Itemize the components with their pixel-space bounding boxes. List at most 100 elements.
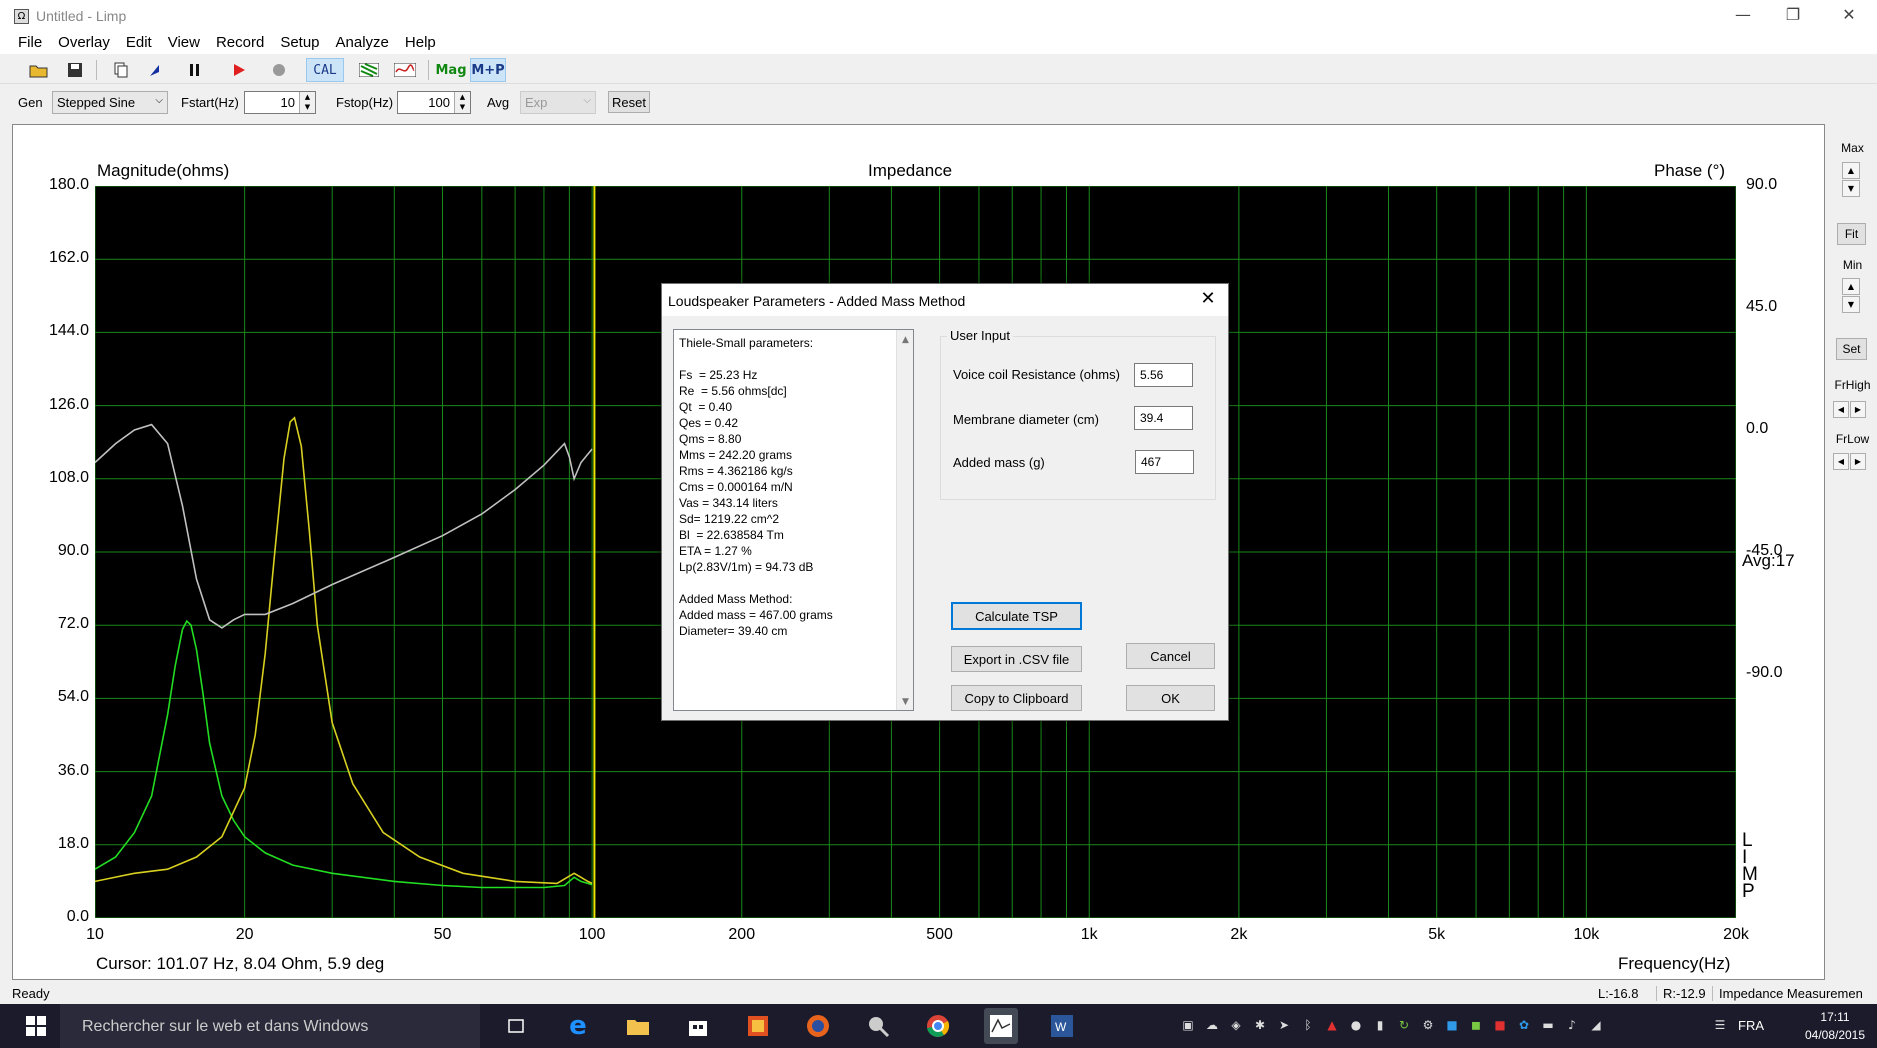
mag-button[interactable]: Mag (434, 58, 468, 82)
close-icon[interactable]: ✕ (1194, 286, 1222, 314)
copy-document-icon[interactable] (108, 58, 134, 82)
calculate-tsp-button[interactable]: Calculate TSP (951, 602, 1082, 630)
menu-view[interactable]: View (160, 32, 208, 53)
ok-button[interactable]: OK (1126, 685, 1215, 711)
ts-line: Fs = 25.23 Hz (679, 368, 758, 382)
spinner-arrows-icon[interactable]: ▲ ▼ (299, 92, 315, 113)
save-disk-icon[interactable] (62, 58, 88, 82)
menu-record[interactable]: Record (208, 32, 272, 53)
fit-button[interactable]: Fit (1837, 223, 1866, 245)
mag-phase-button[interactable]: M+P (470, 58, 506, 82)
fstop-spinner[interactable]: 100 ▲ ▼ (397, 91, 471, 114)
task-view-icon[interactable] (502, 1012, 530, 1040)
limp-app-icon[interactable] (984, 1008, 1018, 1044)
min-down-icon[interactable]: ▼ (1842, 296, 1860, 313)
added-mass-input[interactable]: 467 (1135, 450, 1194, 474)
open-folder-icon[interactable] (26, 58, 52, 82)
clock-time: 17:11 (1820, 1010, 1850, 1024)
paint-app-icon[interactable] (744, 1012, 772, 1040)
tray-clock[interactable]: 17:11 04/08/2015 (1800, 1008, 1870, 1044)
tray-sync-icon[interactable]: ↻ (1396, 1018, 1412, 1034)
menu-edit[interactable]: Edit (118, 32, 160, 53)
watermark-letter: P (1742, 881, 1755, 902)
tray-cloud-icon[interactable]: ☁ (1204, 1018, 1220, 1034)
tray-wifi-icon[interactable]: ◢ (1588, 1018, 1604, 1034)
menu-file[interactable]: File (0, 32, 50, 53)
plot-title: Impedance (868, 161, 953, 180)
max-down-icon[interactable]: ▼ (1842, 180, 1860, 197)
tray-nvidia-icon[interactable]: ◼ (1468, 1018, 1484, 1034)
menu-analyze[interactable]: Analyze (328, 32, 397, 53)
tray-usb-icon[interactable]: ▮ (1372, 1018, 1388, 1034)
pause-icon[interactable] (182, 58, 208, 82)
tray-language[interactable]: FRA (1738, 1018, 1764, 1033)
tray-dropbox-icon[interactable]: ◈ (1228, 1018, 1244, 1034)
y-tick-label: 36.0 (57, 761, 89, 779)
scroll-down-icon[interactable]: ▼ (897, 694, 913, 710)
frlow-left-icon[interactable]: ◀ (1833, 453, 1849, 470)
copy-clipboard-button[interactable]: Copy to Clipboard (951, 685, 1082, 711)
scroll-up-icon[interactable]: ▲ (897, 332, 913, 348)
min-up-icon[interactable]: ▲ (1842, 278, 1860, 295)
y-tick-label: 126.0 (48, 395, 89, 413)
y-tick-label: 90.0 (57, 542, 89, 559)
tray-monitor-icon[interactable]: ▣ (1180, 1018, 1196, 1034)
tray-acrobat-icon[interactable]: ▲ (1324, 1018, 1340, 1034)
set-button[interactable]: Set (1836, 338, 1867, 360)
close-button[interactable]: ✕ (1826, 0, 1872, 32)
windows-start-icon[interactable] (22, 1012, 50, 1040)
fstart-spinner[interactable]: 10 ▲ ▼ (244, 91, 316, 114)
tray-volume-icon[interactable]: ♪ (1564, 1018, 1580, 1034)
cancel-button[interactable]: Cancel (1126, 643, 1215, 669)
voice-coil-input[interactable]: 5.56 (1134, 363, 1193, 387)
word-icon[interactable]: W (1048, 1012, 1076, 1040)
minimize-button[interactable]: — (1720, 0, 1766, 32)
ts-line: Sd= 1219.22 cm^2 (679, 512, 780, 526)
tray-keyboard-icon[interactable]: ▬ (1540, 1018, 1556, 1034)
tray-app-icon[interactable]: ■ (1444, 1018, 1460, 1034)
taskbar-search[interactable]: Rechercher sur le web et dans Windows (60, 1004, 480, 1048)
avg-select[interactable]: Exp ⌵ (520, 91, 596, 114)
tray-storage-icon[interactable]: ● (1348, 1018, 1364, 1034)
tray-sfr-icon[interactable]: ■ (1492, 1018, 1508, 1034)
frhigh-left-icon[interactable]: ◀ (1833, 401, 1849, 418)
ts-scrollbar[interactable]: ▲ ▼ (896, 330, 913, 710)
tray-notification-icon[interactable]: ☰ (1712, 1018, 1728, 1034)
menu-setup[interactable]: Setup (272, 32, 327, 53)
tool-app-icon[interactable] (864, 1012, 892, 1040)
spinner-arrows-icon[interactable]: ▲ ▼ (454, 92, 470, 113)
tray-bluetooth-icon[interactable]: ᛒ (1300, 1018, 1316, 1034)
ts-parameters-textbox[interactable]: Thiele-Small parameters: Fs = 25.23 Hz Re … (673, 329, 914, 711)
y-tick-label: 108.0 (48, 468, 89, 486)
generator-select[interactable]: Stepped Sine ⌵ (52, 91, 168, 114)
tray-network-icon[interactable]: ⚙ (1420, 1018, 1436, 1034)
store-icon[interactable] (684, 1012, 712, 1040)
frlow-right-icon[interactable]: ▶ (1850, 453, 1866, 470)
file-explorer-icon[interactable] (624, 1012, 652, 1040)
frhigh-right-icon[interactable]: ▶ (1850, 401, 1866, 418)
firefox-icon[interactable] (804, 1012, 832, 1040)
curve-chart-icon[interactable] (392, 58, 418, 82)
marker-flag-icon[interactable] (142, 58, 168, 82)
tray-tool-icon[interactable]: ✱ (1252, 1018, 1268, 1034)
added-mass-label: Added mass (g) (953, 455, 1045, 470)
avg-value: Exp (525, 95, 548, 110)
membrane-input[interactable]: 39.4 (1134, 406, 1193, 430)
y-tick-label: 144.0 (48, 322, 89, 340)
cal-button[interactable]: CAL (306, 58, 344, 82)
maximize-button[interactable]: ❐ (1770, 0, 1816, 32)
menu-help[interactable]: Help (397, 32, 444, 53)
x-tick-label: 20k (1723, 926, 1749, 943)
reset-button[interactable]: Reset (608, 91, 650, 113)
edge-browser-icon[interactable]: e (564, 1011, 592, 1041)
chrome-icon[interactable] (924, 1012, 952, 1040)
menu-overlay[interactable]: Overlay (50, 32, 118, 53)
tray-arrow-icon[interactable]: ➤ (1276, 1018, 1292, 1034)
grid-chart-icon[interactable] (356, 58, 382, 82)
record-icon[interactable] (266, 58, 292, 82)
export-csv-button[interactable]: Export in .CSV file (951, 646, 1082, 672)
play-icon[interactable] (226, 58, 252, 82)
ts-line: Vas = 343.14 liters (679, 496, 778, 510)
max-up-icon[interactable]: ▲ (1842, 162, 1860, 179)
tray-gear-icon[interactable]: ✿ (1516, 1018, 1532, 1034)
